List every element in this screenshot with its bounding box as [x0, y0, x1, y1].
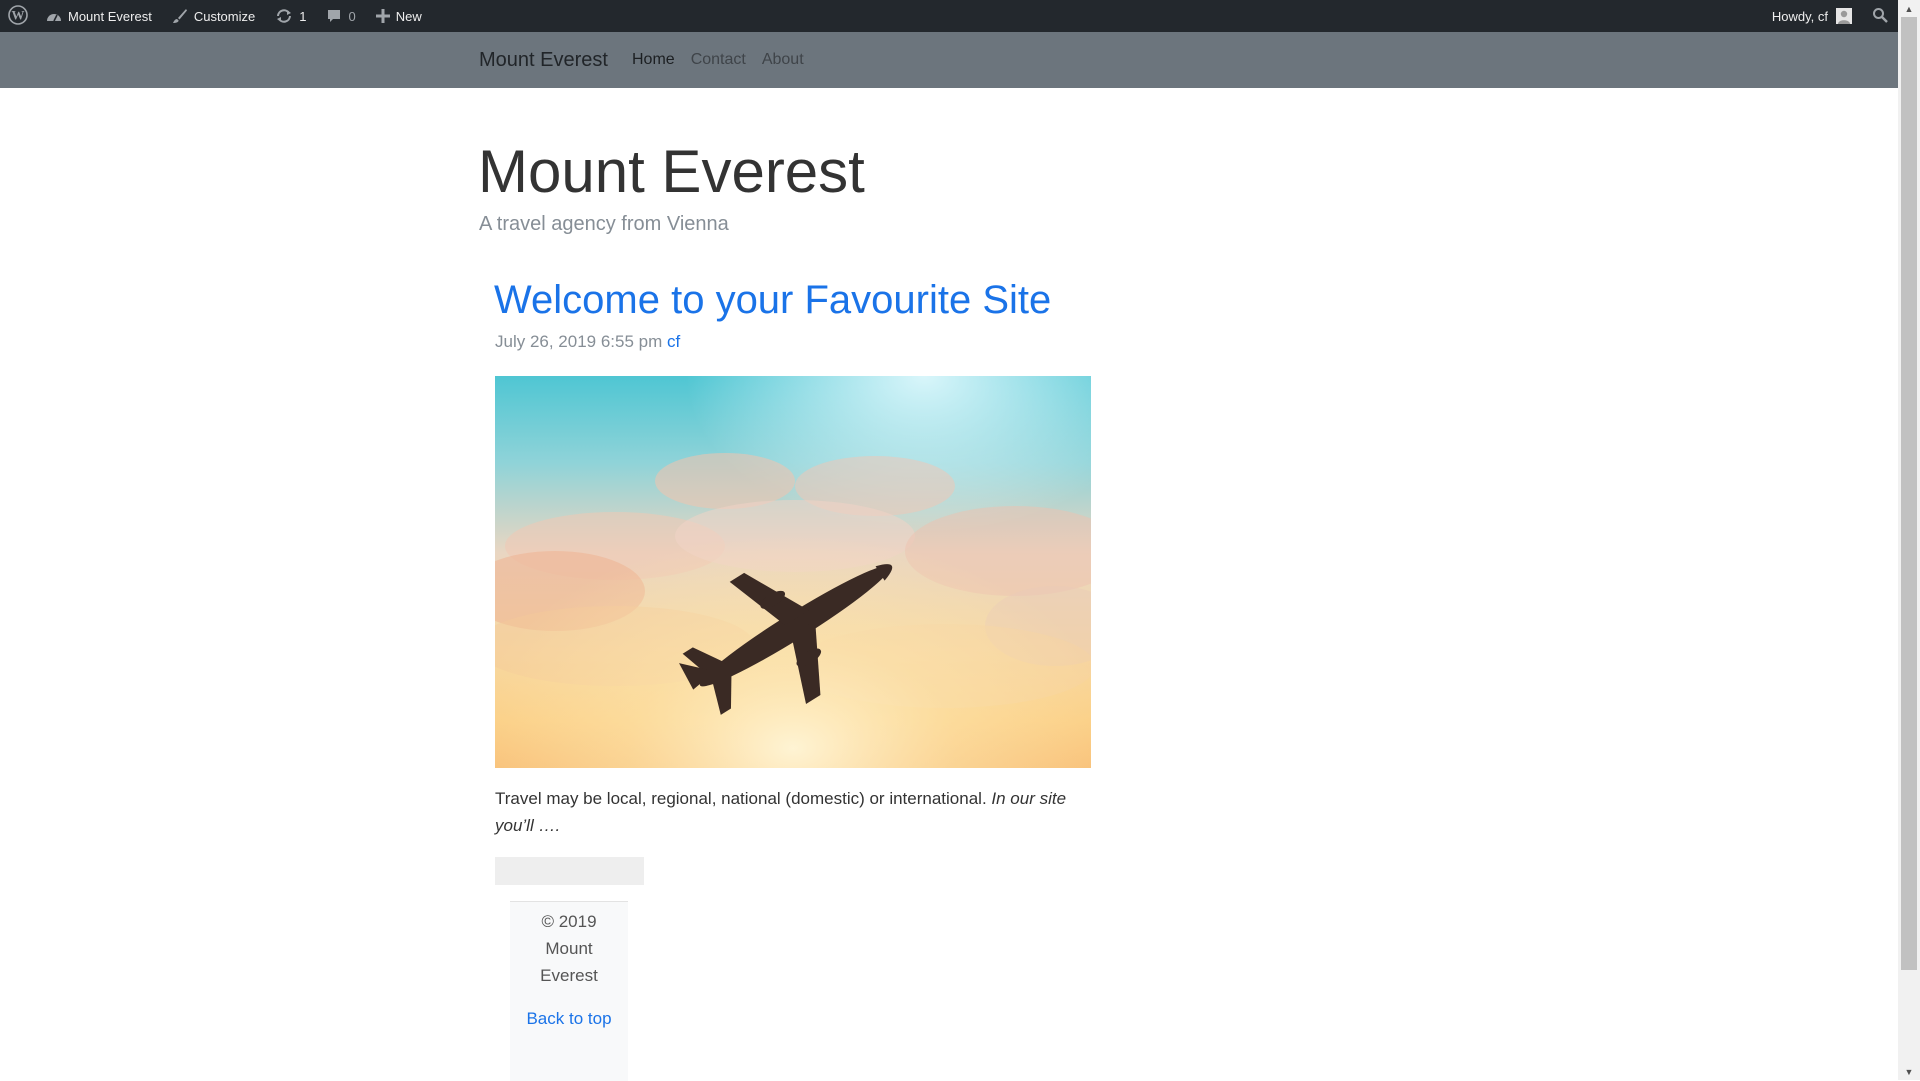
- updates-count: 1: [299, 8, 307, 24]
- new-content-button[interactable]: New: [366, 0, 432, 32]
- page-scrollbar[interactable]: ▲ ▼: [1898, 0, 1920, 1080]
- scrollbar-thumb[interactable]: [1901, 17, 1917, 970]
- new-label: New: [395, 8, 422, 24]
- wordpress-logo-menu[interactable]: W: [0, 0, 36, 32]
- paintbrush-icon: [172, 8, 188, 24]
- site-footer: © 2019 Mount Everest Back to top: [510, 901, 628, 1081]
- post-meta: July 26, 2019 6:55 pm cf: [495, 330, 680, 354]
- dashboard-gauge-icon: [46, 9, 62, 23]
- nav-link-about[interactable]: About: [762, 51, 804, 69]
- site-navbar: Mount Everest Home Contact About: [0, 32, 1898, 88]
- site-name-menu[interactable]: Mount Everest: [36, 0, 162, 32]
- post-featured-image[interactable]: [495, 376, 1091, 768]
- my-account-menu[interactable]: Howdy, cf: [1762, 0, 1862, 32]
- site-tagline: A travel agency from Vienna: [479, 213, 729, 235]
- updates-refresh-icon: [275, 8, 293, 24]
- nav-link-contact[interactable]: Contact: [691, 51, 746, 69]
- post-excerpt: Travel may be local, regional, national …: [495, 785, 1095, 839]
- admin-search-button[interactable]: [1862, 0, 1898, 32]
- navbar-brand[interactable]: Mount Everest: [479, 32, 608, 88]
- plus-icon: [375, 9, 390, 23]
- read-more-placeholder[interactable]: [495, 857, 644, 885]
- customize-button[interactable]: Customize: [162, 0, 265, 32]
- comments-button[interactable]: 0: [316, 0, 365, 32]
- excerpt-text: Travel may be local, regional, national …: [495, 789, 987, 808]
- wordpress-logo-icon: W: [8, 4, 28, 28]
- nav-links: Home Contact About: [632, 32, 820, 88]
- updates-button[interactable]: 1: [265, 0, 316, 32]
- back-to-top-link[interactable]: Back to top: [510, 1005, 628, 1032]
- search-icon: [1872, 7, 1888, 26]
- nav-link-home[interactable]: Home: [632, 51, 675, 69]
- site-name-label: Mount Everest: [68, 8, 152, 24]
- scroll-up-arrow-icon[interactable]: ▲: [1898, 0, 1920, 17]
- airplane-sky-photo-icon: [495, 376, 1091, 768]
- comments-count: 0: [348, 8, 356, 24]
- post-date: July 26, 2019 6:55 pm: [495, 332, 663, 351]
- customize-label: Customize: [193, 8, 256, 24]
- scroll-down-arrow-icon[interactable]: ▼: [1898, 1063, 1920, 1080]
- svg-text:W: W: [12, 7, 25, 22]
- site-title: Mount Everest: [478, 138, 865, 205]
- footer-copyright: © 2019 Mount Everest: [540, 912, 598, 985]
- admin-bar: W Mount Everest Customize 1 0 New Howdy,…: [0, 0, 1898, 32]
- post-author-link[interactable]: cf: [667, 332, 680, 351]
- comment-bubble-icon: [326, 8, 342, 24]
- post-title-link[interactable]: Welcome to your Favourite Site: [494, 276, 1051, 324]
- avatar: [1836, 8, 1852, 24]
- howdy-greeting: Howdy, cf: [1771, 8, 1828, 24]
